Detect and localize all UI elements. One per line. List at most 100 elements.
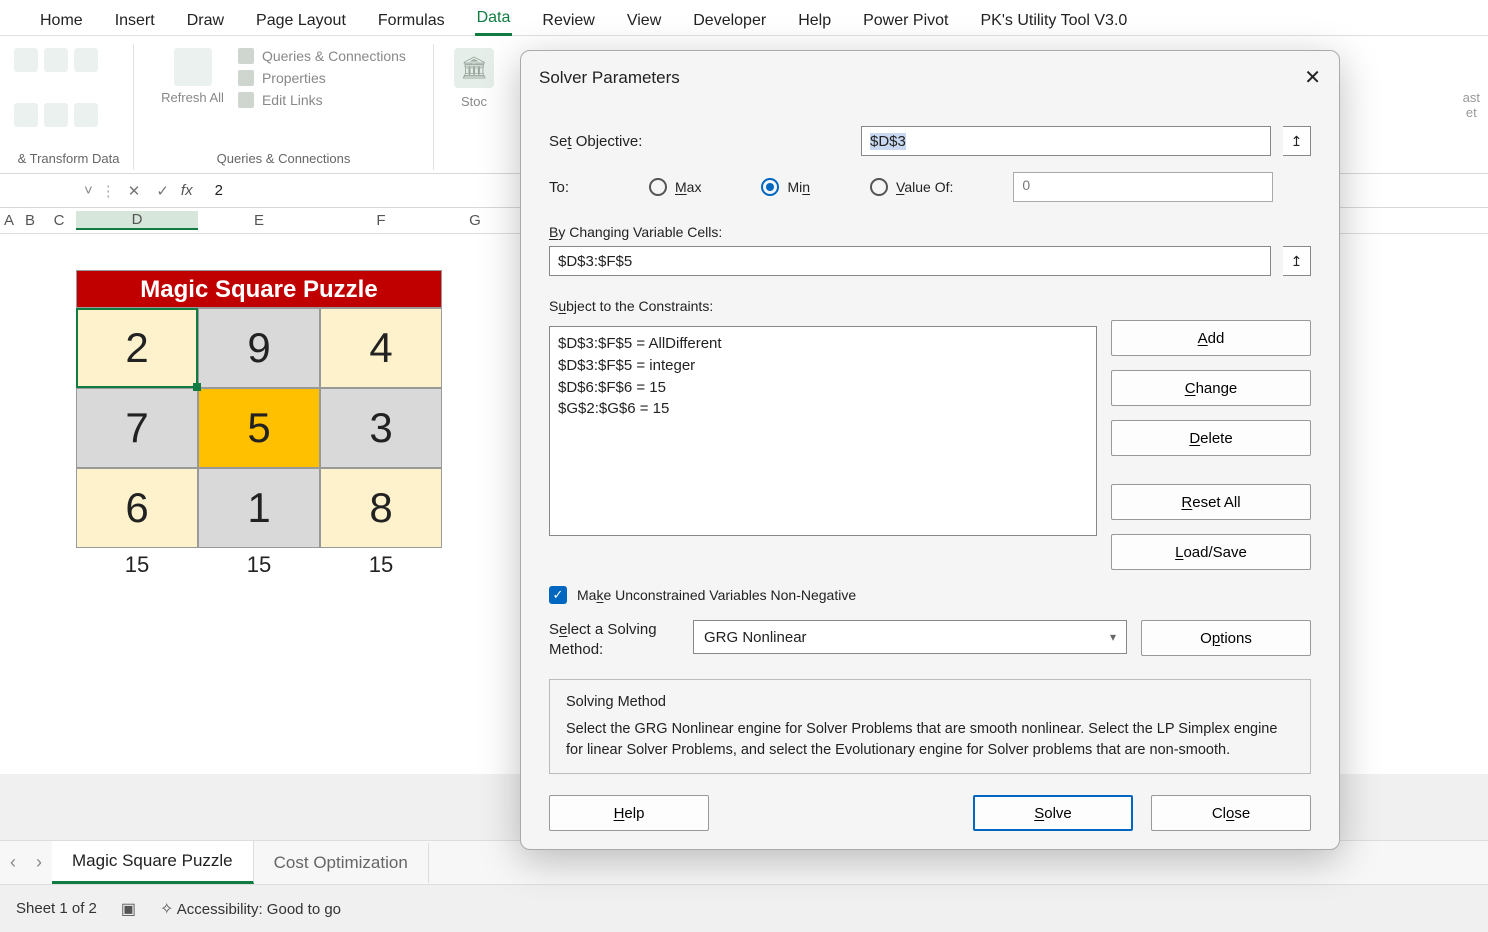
cell-E5[interactable]: 1 (198, 468, 320, 548)
sum-col-E: 15 (198, 548, 320, 578)
method-select[interactable]: GRG Nonlinear ▾ (693, 620, 1127, 654)
tab-help[interactable]: Help (796, 8, 833, 34)
col-A[interactable]: A (0, 212, 18, 229)
properties-icon (238, 70, 254, 86)
tab-nav-prev-icon[interactable]: ‹ (0, 852, 26, 873)
constraints-label: Subject to the Constraints: (549, 298, 713, 314)
solve-button[interactable]: Solve (973, 795, 1133, 831)
status-accessibility: ✧ Accessibility: Good to go (160, 899, 341, 919)
sheet-tab-magic-square[interactable]: Magic Square Puzzle (52, 841, 254, 884)
constraint-item[interactable]: $D$3:$F$5 = AllDifferent (558, 333, 1088, 355)
tab-data[interactable]: Data (475, 5, 513, 36)
close-button[interactable]: Close (1151, 795, 1311, 831)
tab-review[interactable]: Review (540, 8, 596, 34)
tab-view[interactable]: View (625, 8, 663, 34)
refresh-all-icon[interactable] (174, 48, 212, 86)
objective-range-picker-icon[interactable]: ↥ (1283, 126, 1311, 156)
radio-min[interactable]: Min (761, 178, 810, 196)
macro-record-icon[interactable]: ▣ (121, 899, 136, 919)
help-button[interactable]: Help (549, 795, 709, 831)
edit-links-btn[interactable]: Edit Links (238, 92, 323, 108)
group-qc-label: Queries & Connections (217, 151, 351, 170)
fx-icon[interactable]: fx (181, 182, 193, 199)
accessibility-icon: ✧ (160, 901, 173, 918)
cell-F3[interactable]: 4 (320, 308, 442, 388)
col-D[interactable]: D (76, 211, 198, 230)
enter-formula-icon[interactable]: ✓ (152, 182, 173, 200)
col-B[interactable]: B (18, 212, 42, 229)
cell-D3[interactable]: 2 (76, 308, 198, 388)
puzzle-column-sums: 15 15 15 (76, 548, 442, 578)
tab-formulas[interactable]: Formulas (376, 8, 447, 34)
value-of-input[interactable]: 0 (1013, 172, 1273, 202)
delete-constraint-button[interactable]: Delete (1111, 420, 1311, 456)
help-body: Select the GRG Nonlinear engine for Solv… (566, 719, 1294, 761)
method-label: Select a Solving Method: (549, 620, 679, 659)
solver-dialog: Solver Parameters ✕ Set Objective: $D$3 … (520, 50, 1340, 850)
edit-links-icon (238, 92, 254, 108)
ribbon-right-fragment: ast et (1455, 36, 1488, 174)
col-E[interactable]: E (198, 212, 320, 229)
set-objective-label: Set Objective: (549, 133, 849, 150)
reset-all-button[interactable]: Reset All (1111, 484, 1311, 520)
constraint-item[interactable]: $D$3:$F$5 = integer (558, 355, 1088, 377)
col-F[interactable]: F (320, 212, 442, 229)
ribbon-tabs: Home Insert Draw Page Layout Formulas Da… (0, 0, 1488, 36)
tab-page-layout[interactable]: Page Layout (254, 8, 348, 34)
change-constraint-button[interactable]: Change (1111, 370, 1311, 406)
get-data-icon[interactable] (14, 48, 38, 72)
recent-sources-icon[interactable] (44, 103, 68, 127)
help-title: Solving Method (566, 692, 1294, 713)
puzzle-title: Magic Square Puzzle (76, 270, 442, 308)
solving-method-help: Solving Method Select the GRG Nonlinear … (549, 679, 1311, 774)
from-text-icon[interactable] (44, 48, 68, 72)
col-G[interactable]: G (442, 212, 508, 229)
tab-insert[interactable]: Insert (113, 8, 157, 34)
load-save-button[interactable]: Load/Save (1111, 534, 1311, 570)
from-table-icon[interactable] (14, 103, 38, 127)
existing-conn-icon[interactable] (74, 103, 98, 127)
tab-draw[interactable]: Draw (185, 8, 226, 34)
sheet-tab-cost-optimization[interactable]: Cost Optimization (254, 843, 429, 883)
to-label: To: (549, 179, 589, 196)
stocks-icon[interactable]: 🏛 (454, 48, 494, 88)
set-objective-input[interactable]: $D$3 (861, 126, 1271, 156)
radio-max[interactable]: Max (649, 178, 701, 196)
properties-btn[interactable]: Properties (238, 70, 326, 86)
puzzle-grid: 2 9 4 7 5 3 6 1 8 (76, 308, 442, 548)
from-web-icon[interactable] (74, 48, 98, 72)
cell-F4[interactable]: 3 (320, 388, 442, 468)
changing-range-picker-icon[interactable]: ↥ (1283, 246, 1311, 276)
constraint-item[interactable]: $D$6:$F$6 = 15 (558, 377, 1088, 399)
close-icon[interactable]: ✕ (1304, 65, 1321, 90)
cancel-formula-icon[interactable]: ✕ (124, 182, 145, 200)
cell-E4[interactable]: 5 (198, 388, 320, 468)
solver-dialog-title: Solver Parameters (539, 68, 680, 88)
name-box-caret-icon[interactable]: ˅ (84, 182, 93, 199)
constraints-list[interactable]: $D$3:$F$5 = AllDifferent $D$3:$F$5 = int… (549, 326, 1097, 536)
cell-D5[interactable]: 6 (76, 468, 198, 548)
cell-F5[interactable]: 8 (320, 468, 442, 548)
by-changing-label: By Changing Variable Cells: (549, 224, 722, 240)
magic-square-puzzle: Magic Square Puzzle 2 9 4 7 5 3 6 1 8 15… (76, 270, 442, 578)
cell-E3[interactable]: 9 (198, 308, 320, 388)
tab-pk-utility[interactable]: PK's Utility Tool V3.0 (978, 8, 1129, 34)
tab-power-pivot[interactable]: Power Pivot (861, 8, 950, 34)
options-button[interactable]: Options (1141, 620, 1311, 656)
stocks-label: Stoc (461, 94, 487, 109)
constraint-item[interactable]: $G$2:$G$6 = 15 (558, 398, 1088, 420)
add-constraint-button[interactable]: Add (1111, 320, 1311, 356)
tab-home[interactable]: Home (38, 8, 85, 34)
radio-value-of[interactable]: Value Of: (870, 178, 953, 196)
status-sheet-count: Sheet 1 of 2 (16, 900, 97, 917)
status-bar: Sheet 1 of 2 ▣ ✧ Accessibility: Good to … (0, 884, 1488, 932)
sum-col-F: 15 (320, 548, 442, 578)
cell-D4[interactable]: 7 (76, 388, 198, 468)
changing-cells-input[interactable]: $D$3:$F$5 (549, 246, 1271, 276)
tab-developer[interactable]: Developer (691, 8, 768, 34)
tab-nav-next-icon[interactable]: › (26, 852, 52, 873)
queries-conn-btn[interactable]: Queries & Connections (238, 48, 406, 64)
nonneg-checkbox[interactable]: ✓ Make Unconstrained Variables Non-Negat… (549, 586, 856, 604)
col-C[interactable]: C (42, 212, 76, 229)
chevron-down-icon: ▾ (1110, 630, 1116, 644)
